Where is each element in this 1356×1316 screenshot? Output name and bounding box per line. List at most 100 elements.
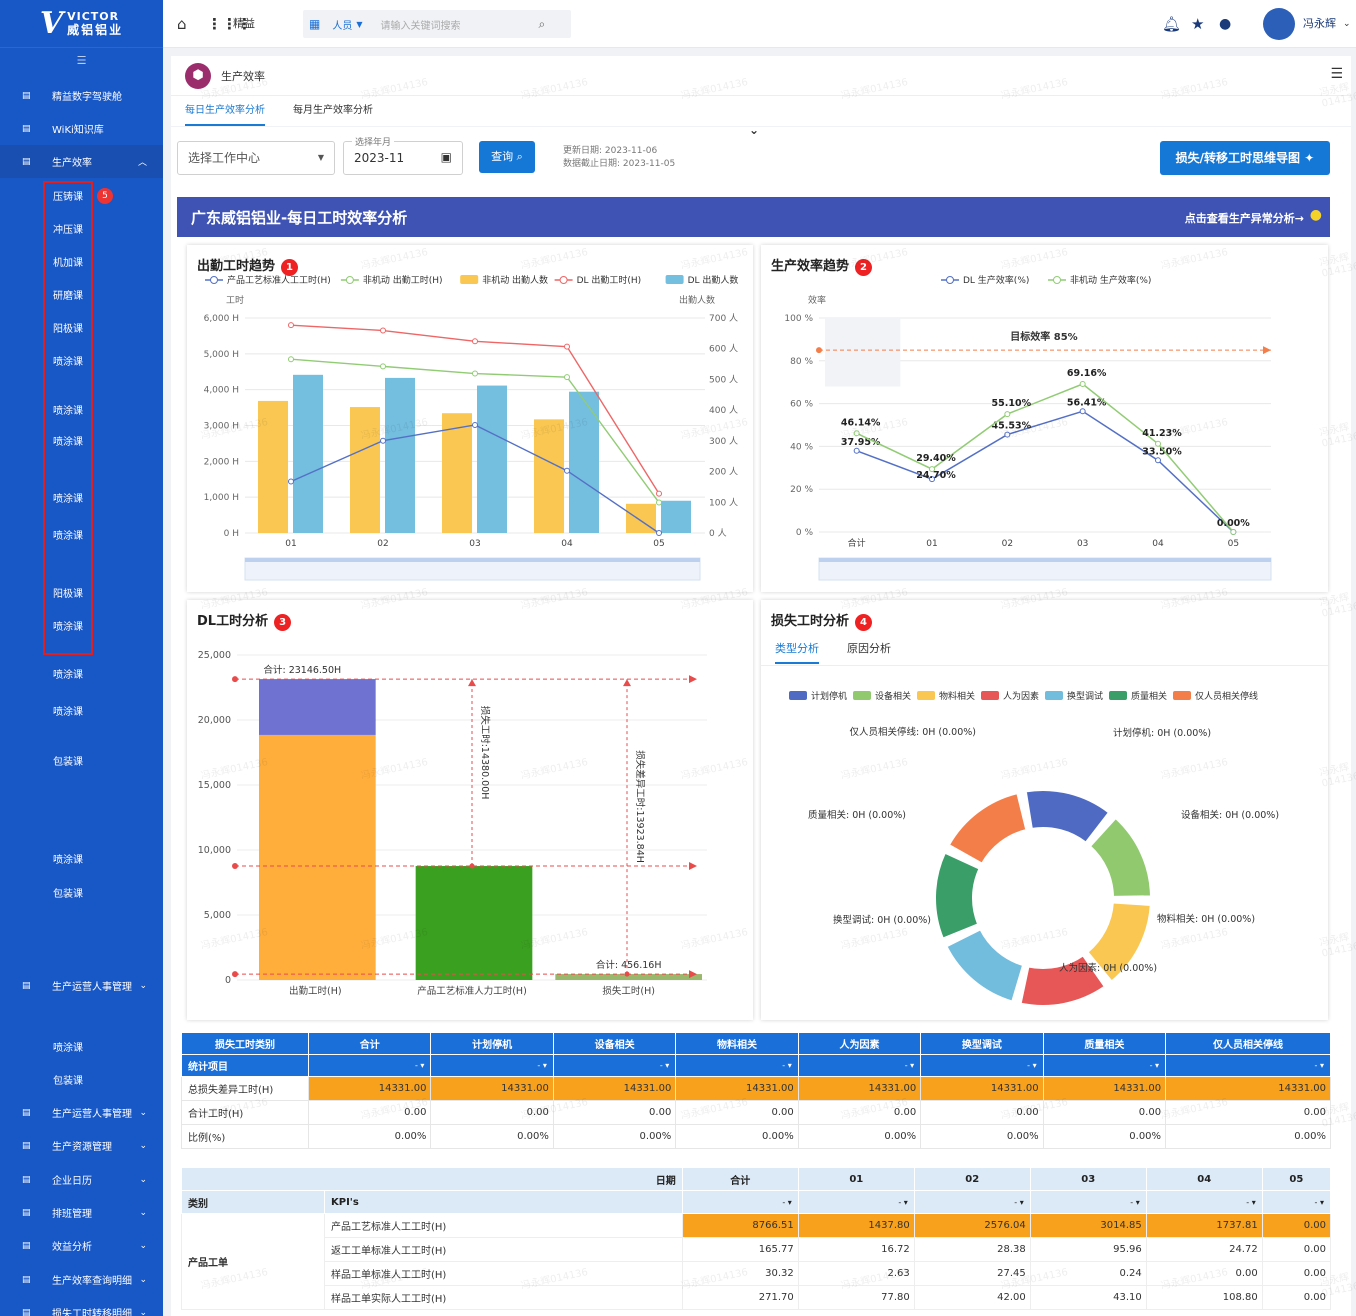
legend-label: 非机动 生产效率(%) [1070, 274, 1151, 286]
avatar[interactable] [1263, 8, 1295, 40]
series-line [290, 324, 660, 494]
sidebar-item[interactable]: ▤ 生产效率 ︿ [0, 145, 163, 178]
logo[interactable]: V VICTOR 威铝铝业 [0, 0, 163, 48]
y-tick-label: 5,000 H [204, 350, 239, 360]
column-sort-icon[interactable]: - ▾ [552, 1054, 677, 1077]
column-sort-icon[interactable]: - ▾ [920, 1054, 1044, 1077]
column-sort-icon[interactable]: - ▾ [797, 1190, 915, 1214]
y-tick-label: 100 % [784, 314, 813, 324]
efficiency-panel: 生产效率趋势 2 DL 生产效率(%) 非机动 生产效率(%) 效率 100 % 80 %… [761, 245, 1328, 592]
home-icon[interactable]: ⌂ [177, 0, 187, 48]
bell-icon[interactable]: 🔔︎ [1162, 0, 1181, 48]
column-sort-icon[interactable]: - ▾ [681, 1190, 799, 1214]
query-button[interactable]: 查询 ⌕ [479, 141, 535, 173]
legend-label: 人为因素 [1003, 690, 1039, 702]
sidebar-item[interactable]: ▤ 效益分析 ⌄ [0, 1229, 163, 1262]
sidebar-item[interactable]: ▤ 排班管理 ⌄ [0, 1196, 163, 1229]
sidebar-item[interactable]: ▤ WiKi知识库 [0, 112, 163, 145]
work-center-select[interactable]: 选择工作中心 ▼ [177, 141, 335, 175]
sidebar-subitem[interactable]: 包装课 [0, 876, 163, 909]
sidebar-item[interactable]: ▤ 生产运营人事管理 ⌄ [0, 969, 163, 1002]
search-icon: ⌕ [516, 150, 523, 163]
legend-swatch [1173, 691, 1191, 700]
category-header: 类别 [181, 1190, 325, 1214]
abnormal-analysis-link[interactable]: 点击查看生产异常分析→ [1185, 210, 1304, 226]
y2-tick-label: 300 人 [709, 436, 738, 447]
table-cell: 42.00 [913, 1285, 1031, 1310]
chevron-icon: ⌄ [139, 1207, 147, 1218]
column-sort-icon[interactable]: - ▾ [430, 1054, 554, 1077]
module-cube-icon: ⬢ [185, 62, 211, 89]
sidebar-subitem[interactable]: 包装课 [0, 1063, 163, 1096]
chat-icon[interactable]: ● [1219, 0, 1231, 48]
sidebar-item[interactable]: ▤ 企业日历 ⌄ [0, 1163, 163, 1196]
attendance-chart: 产品工艺标准人工工时(H) 非机动 出勤工时(H) 非机动 出勤人数 DL 出勤工时(… [204, 274, 738, 581]
sidebar-subitem[interactable]: 喷涂课 [0, 1030, 163, 1063]
table-cell: 0.00% [920, 1124, 1044, 1149]
chevron-icon: ⌄ [139, 1107, 147, 1118]
column-sort-icon[interactable]: - ▾ [1042, 1054, 1167, 1077]
user-name[interactable]: 冯永辉 [1303, 0, 1336, 48]
page-title: 生产效率 [221, 69, 265, 83]
column-sort-icon[interactable]: - ▾ [307, 1054, 432, 1077]
search-scope-select[interactable]: 人员 [332, 17, 352, 32]
data-label: 29.40% [916, 453, 956, 464]
bar [477, 385, 507, 533]
user-menu-chevron-icon[interactable]: ⌄ [1343, 0, 1351, 48]
breadcrumb: ⬢ 生产效率 ☰ [171, 56, 1351, 96]
legend-swatch [789, 691, 807, 700]
legend-label: DL 出勤工时(H) [577, 274, 642, 286]
y2-tick-label: 700 人 [709, 313, 738, 324]
chevron-down-icon[interactable]: ▼ [356, 20, 362, 29]
attendance-panel: 出勤工时趋势 1 产品工艺标准人工工时(H) 非机动 出勤工时(H) 非机动 出勤人数… [187, 245, 753, 592]
data-point [1230, 529, 1237, 535]
module-name[interactable]: 精益 [233, 0, 255, 48]
column-sort-icon[interactable]: - ▾ [1145, 1190, 1263, 1214]
tab-daily[interactable]: 每日生产效率分析 [185, 96, 265, 126]
total-label: 合计: 456.16H [596, 959, 662, 971]
table-cell: 2576.04 [913, 1213, 1031, 1238]
mindmap-button[interactable]: 损失/转移工时思维导图 ✦ [1160, 141, 1330, 175]
table-header-row: 损失工时类别 合计 计划停机 设备相关 物料相关 人为因素 换型调试 质量相关 仅人员相关停线 [181, 1032, 1331, 1055]
sidebar-subitem[interactable]: 喷涂课 [0, 842, 163, 875]
sidebar-item[interactable]: ▤ 生产资源管理 ⌄ [0, 1129, 163, 1162]
sidebar-subitem[interactable]: 喷涂课 [0, 694, 163, 727]
column-sort-icon[interactable]: - ▾ [797, 1054, 922, 1077]
table-cell: 0.00 [552, 1100, 677, 1125]
menu-icon[interactable]: ☰ [1330, 66, 1343, 82]
highlight-box [43, 181, 93, 655]
tab-monthly[interactable]: 每月生产效率分析 [293, 96, 373, 126]
sidebar-item[interactable]: ▤ 生产效率查询明细 ⌄ [0, 1263, 163, 1296]
sidebar-item-label: 精益数字驾驶舱 [52, 92, 122, 103]
sidebar-subitem[interactable]: 包装课 [0, 744, 163, 777]
column-sort-icon[interactable]: - ▾ [1261, 1190, 1332, 1214]
y-tick-label: 6,000 H [204, 314, 239, 324]
sidebar-subitem[interactable]: 喷涂课 [0, 657, 163, 690]
chevron-down-icon[interactable]: ⌄ [749, 123, 759, 137]
sidebar-collapse-icon[interactable]: ☰ [0, 48, 163, 74]
star-icon[interactable]: ★ [1191, 0, 1204, 48]
sidebar-item[interactable]: ▤ 损失工时转移明细 ⌄ [0, 1296, 163, 1316]
column-sort-icon[interactable]: - ▾ [675, 1054, 799, 1077]
y2-tick-label: 400 人 [709, 405, 738, 416]
table-row: 总损失差异工时(H) 14331.00 14331.00 14331.00 14331.… [181, 1076, 1331, 1101]
x-tick-label: 产品工艺标准人力工时(H) [417, 985, 527, 997]
month-picker[interactable]: 选择年月 2023-11 ▣ [343, 135, 463, 175]
menu-item-icon: ▤ [22, 90, 31, 101]
bar-segment [415, 866, 533, 980]
column-sort-icon[interactable]: - ▾ [913, 1190, 1031, 1214]
global-search: ▦ 人员 ▼ 请输入关键词搜索 ⌕ [303, 10, 571, 38]
column-sort-icon[interactable]: - ▾ [1029, 1190, 1147, 1214]
sidebar-item[interactable]: ▤ 生产运营人事管理 ⌄ [0, 1096, 163, 1129]
chevron-icon: ⌄ [139, 980, 147, 991]
y-tick-label: 5,000 [204, 910, 231, 921]
legend-dot [345, 276, 354, 284]
data-point [380, 363, 386, 370]
chevron-icon: ⌄ [139, 1307, 147, 1316]
search-input[interactable]: 请输入关键词搜索 [381, 17, 531, 32]
search-icon[interactable]: ⌕ [539, 17, 546, 32]
column-sort-icon[interactable]: - ▾ [1165, 1054, 1331, 1077]
x-tick-label: 01 [285, 539, 296, 549]
zoom-slider-bar [245, 558, 700, 562]
sidebar-item[interactable]: ▤ 精益数字驾驶舱 [0, 79, 163, 112]
